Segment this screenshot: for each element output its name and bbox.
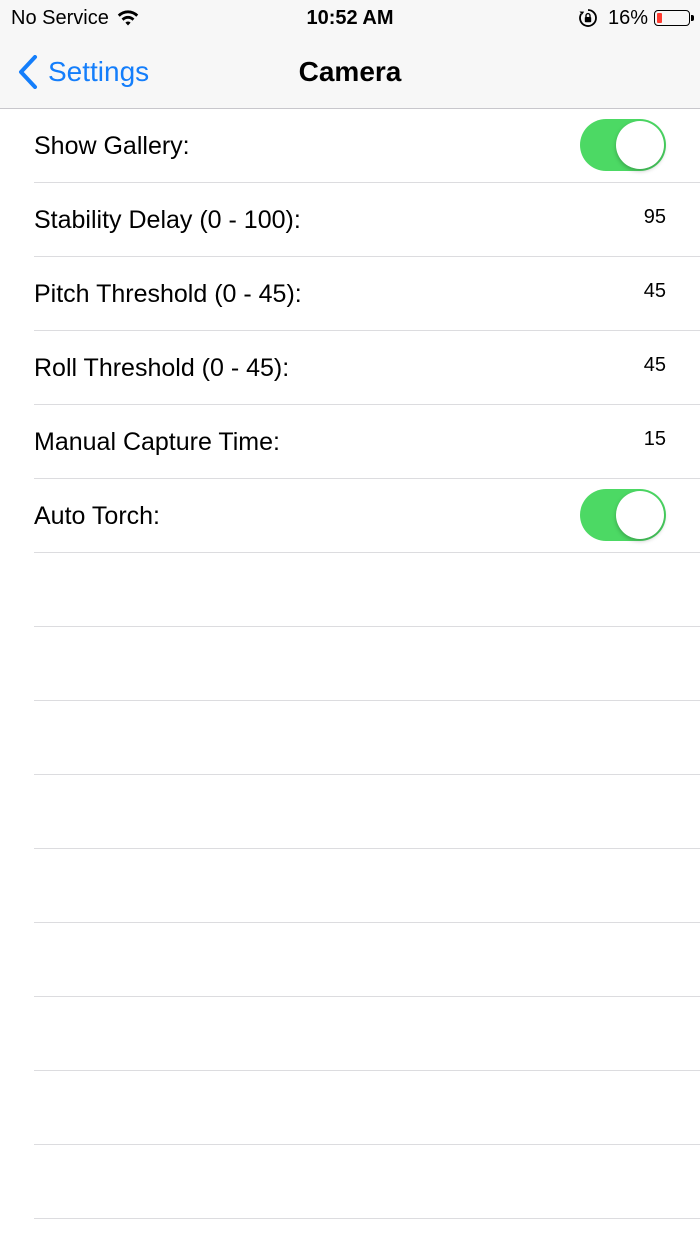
empty-row [34,923,700,997]
page-title: Camera [298,56,402,87]
empty-row [34,997,700,1071]
setting-row-stability-delay[interactable]: Stability Delay (0 - 100): 95 [34,183,700,257]
stability-delay-value[interactable]: 95 [644,205,666,229]
toggle-knob [616,121,664,169]
auto-torch-toggle[interactable] [580,489,666,541]
battery-cap [691,15,694,21]
empty-row [34,849,700,923]
empty-row [34,1145,700,1219]
roll-threshold-label: Roll Threshold (0 - 45): [34,354,290,382]
manual-capture-time-value[interactable]: 15 [644,427,666,451]
empty-row [34,775,700,849]
show-gallery-toggle[interactable] [580,119,666,171]
status-bar: No Service 10:52 AM 16% [0,0,700,38]
battery-percent: 16% [607,7,648,29]
settings-table: Show Gallery: Stability Delay (0 - 100):… [0,109,700,1219]
navigation-bar: Settings Camera [0,38,700,109]
roll-threshold-value[interactable]: 45 [644,353,666,377]
setting-row-manual-capture-time[interactable]: Manual Capture Time: 15 [34,405,700,479]
show-gallery-label: Show Gallery: [34,132,190,160]
pitch-threshold-value[interactable]: 45 [644,279,666,303]
setting-row-roll-threshold[interactable]: Roll Threshold (0 - 45): 45 [34,331,700,405]
battery-icon [654,10,694,26]
empty-row [34,553,700,627]
empty-row [34,701,700,775]
stability-delay-label: Stability Delay (0 - 100): [34,206,301,234]
battery-status: 16% [578,6,694,30]
battery-level [657,13,662,23]
rotation-lock-icon [579,9,597,27]
auto-torch-label: Auto Torch: [34,502,161,530]
setting-row-auto-torch: Auto Torch: [34,479,700,553]
pitch-threshold-label: Pitch Threshold (0 - 45): [34,280,302,308]
setting-row-pitch-threshold[interactable]: Pitch Threshold (0 - 45): 45 [34,257,700,331]
setting-row-show-gallery: Show Gallery: [34,109,700,183]
empty-row [34,1071,700,1145]
empty-row [34,627,700,701]
manual-capture-time-label: Manual Capture Time: [34,428,280,456]
toggle-knob [616,491,664,539]
